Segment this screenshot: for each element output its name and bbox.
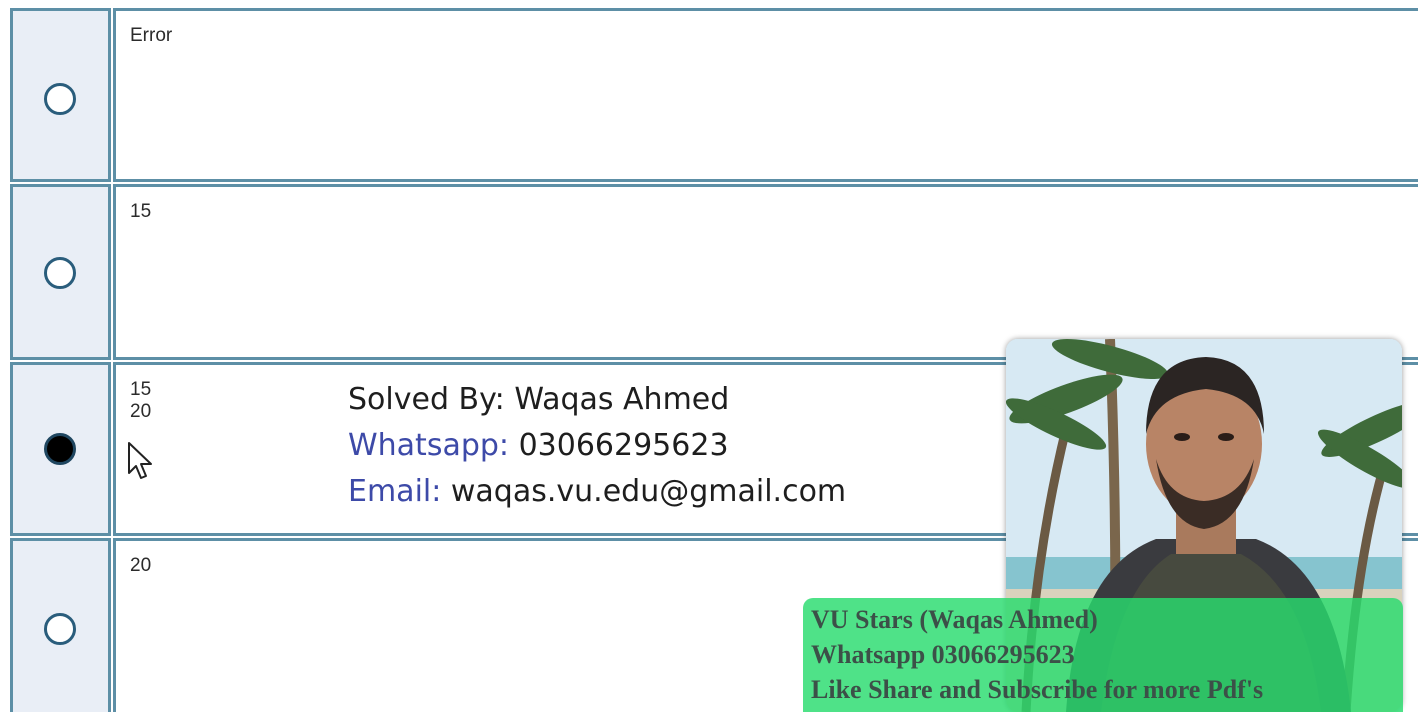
- banner-line-1: VU Stars (Waqas Ahmed): [811, 605, 1098, 634]
- quiz-options-stage: Error 15 15 20 20 Solved By: Waqas Ahmed…: [0, 0, 1418, 712]
- option-3-radio-selected[interactable]: [44, 433, 76, 465]
- option-2-answer-cell[interactable]: 15: [113, 184, 1418, 360]
- option-1-radio-cell: [10, 8, 111, 182]
- banner-line-2: Whatsapp 03066295623: [811, 640, 1075, 669]
- solver-info-overlay: Solved By: Waqas Ahmed Whatsapp: 0306629…: [348, 377, 846, 515]
- whatsapp-line: Whatsapp: 03066295623: [348, 423, 846, 469]
- option-4-radio[interactable]: [44, 613, 76, 645]
- whatsapp-number: 03066295623: [518, 428, 729, 463]
- channel-banner: VU Stars (Waqas Ahmed) Whatsapp 03066295…: [803, 598, 1403, 712]
- email-value: waqas.vu.edu@gmail.com: [450, 474, 847, 509]
- option-3-text: 15 20: [130, 379, 152, 422]
- solved-by-text: Solved By: Waqas Ahmed: [348, 382, 730, 417]
- option-1-answer-cell[interactable]: Error: [113, 8, 1418, 182]
- option-2-text: 15: [130, 201, 152, 222]
- option-row-1: Error: [10, 8, 1418, 182]
- mouse-cursor-icon: [128, 442, 152, 479]
- banner-line-3: Like Share and Subscribe for more Pdf's: [811, 675, 1264, 704]
- option-1-radio[interactable]: [44, 83, 76, 115]
- option-4-text: 20: [130, 555, 152, 576]
- option-2-radio-cell: [10, 184, 111, 360]
- option-2-radio[interactable]: [44, 257, 76, 289]
- email-label: Email:: [348, 474, 442, 509]
- option-4-radio-cell: [10, 538, 111, 712]
- whatsapp-label: Whatsapp:: [348, 428, 510, 463]
- option-row-2: 15: [10, 184, 1418, 360]
- option-1-text: Error: [130, 25, 173, 46]
- option-3-radio-cell: [10, 362, 111, 536]
- email-line: Email: waqas.vu.edu@gmail.com: [348, 469, 846, 515]
